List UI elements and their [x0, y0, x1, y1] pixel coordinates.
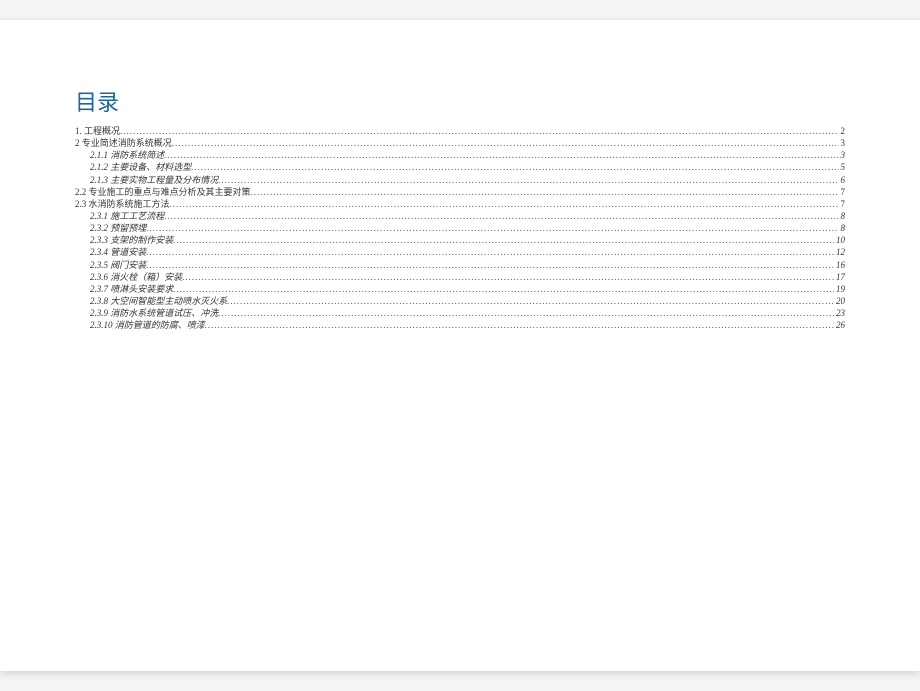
toc-entry-label: 2.3.3 支架的制作安装 — [90, 234, 173, 246]
toc-entry-page: 7 — [839, 198, 846, 210]
toc-entry-page: 23 — [834, 307, 845, 319]
toc-entry-page: 3 — [839, 137, 846, 149]
toc-entry: 2.1.3 主要实物工程量及分布情况 6 — [75, 174, 845, 186]
toc-entry: 2.3.9 消防水系统管道试压、冲洗 23 — [75, 307, 845, 319]
toc-entry-label: 1. 工程概况 — [75, 125, 120, 137]
toc-leader-dots — [172, 137, 839, 146]
toc-entry-label: 2.3.6 消火栓（箱）安装 — [90, 271, 182, 283]
toc-entry-label: 2.3.4 管道安装 — [90, 246, 146, 258]
toc-leader-dots — [182, 271, 834, 280]
toc-entry-label: 2.3 水消防系统施工方法 — [75, 198, 170, 210]
toc-entry: 2.3.4 管道安装 12 — [75, 246, 845, 258]
toc-entry-label: 2.1.2 主要设备、材料选型 — [90, 161, 191, 173]
toc-entry-label: 2.1.1 消防系统简述 — [90, 149, 164, 161]
toc-leader-dots — [120, 125, 838, 134]
toc-entry-page: 12 — [834, 246, 845, 258]
toc-entry-label: 2.3.2 预留预埋 — [90, 222, 146, 234]
toc-entry-page: 16 — [834, 259, 845, 271]
toc-entry-page: 8 — [839, 210, 846, 222]
toc-entry: 2.3.2 预留预埋 8 — [75, 222, 845, 234]
toc-entry: 2.3.1 施工工艺流程 8 — [75, 210, 845, 222]
toc-leader-dots — [251, 186, 839, 195]
toc-entry: 2.3.8 大空间智能型主动喷水灭火系 20 — [75, 295, 845, 307]
toc-list: 1. 工程概况22 专业简述消防系统概况32.1.1 消防系统简述32.1.2 … — [75, 125, 845, 331]
toc-entry-label: 2.1.3 主要实物工程量及分布情况 — [90, 174, 218, 186]
toc-entry-label: 2.3.9 消防水系统管道试压、冲洗 — [90, 307, 218, 319]
toc-entry-label: 2.2 专业施工的重点与难点分析及其主要对策 — [75, 186, 251, 198]
toc-entry-page: 20 — [834, 295, 845, 307]
toc-entry: 1. 工程概况 2 — [75, 125, 845, 137]
toc-leader-dots — [170, 198, 839, 207]
toc-entry: 2.1.2 主要设备、材料选型 5 — [75, 161, 845, 173]
toc-entry: 2.2 专业施工的重点与难点分析及其主要对策 7 — [75, 186, 845, 198]
toc-entry-page: 5 — [839, 161, 846, 173]
toc-entry-label: 2.3.10 消防管道的防腐、喷漆 — [90, 319, 205, 331]
toc-entry: 2.3 水消防系统施工方法 7 — [75, 198, 845, 210]
toc-entry-label: 2.3.5 阀门安装 — [90, 259, 146, 271]
toc-entry: 2 专业简述消防系统概况 3 — [75, 137, 845, 149]
toc-leader-dots — [205, 319, 834, 328]
toc-entry-page: 3 — [839, 149, 846, 161]
toc-leader-dots — [164, 210, 838, 219]
toc-leader-dots — [218, 174, 838, 183]
toc-title: 目录 — [75, 85, 845, 117]
toc-entry-page: 7 — [839, 186, 846, 198]
toc-entry: 2.3.6 消火栓（箱）安装 17 — [75, 271, 845, 283]
toc-entry-page: 2 — [839, 125, 846, 137]
toc-entry-page: 8 — [839, 222, 846, 234]
toc-entry: 2.3.10 消防管道的防腐、喷漆 26 — [75, 319, 845, 331]
toc-entry-page: 17 — [834, 271, 845, 283]
toc-leader-dots — [173, 283, 834, 292]
toc-leader-dots — [227, 295, 834, 304]
document-page: 目录 1. 工程概况22 专业简述消防系统概况32.1.1 消防系统简述32.1… — [0, 20, 920, 671]
toc-leader-dots — [218, 307, 834, 316]
toc-leader-dots — [191, 161, 838, 170]
toc-leader-dots — [173, 234, 834, 243]
toc-entry: 2.3.3 支架的制作安装 10 — [75, 234, 845, 246]
toc-entry-page: 19 — [834, 283, 845, 295]
toc-entry-label: 2.3.1 施工工艺流程 — [90, 210, 164, 222]
toc-entry-page: 10 — [834, 234, 845, 246]
toc-entry-label: 2.3.7 喷淋头安装要求 — [90, 283, 173, 295]
toc-entry-label: 2 专业简述消防系统概况 — [75, 137, 172, 149]
toc-entry-page: 26 — [834, 319, 845, 331]
toc-leader-dots — [146, 259, 834, 268]
toc-leader-dots — [164, 149, 838, 158]
toc-leader-dots — [146, 222, 838, 231]
toc-entry: 2.1.1 消防系统简述 3 — [75, 149, 845, 161]
toc-entry: 2.3.5 阀门安装 16 — [75, 259, 845, 271]
toc-entry-label: 2.3.8 大空间智能型主动喷水灭火系 — [90, 295, 227, 307]
toc-entry-page: 6 — [839, 174, 846, 186]
toc-leader-dots — [146, 246, 834, 255]
toc-entry: 2.3.7 喷淋头安装要求 19 — [75, 283, 845, 295]
